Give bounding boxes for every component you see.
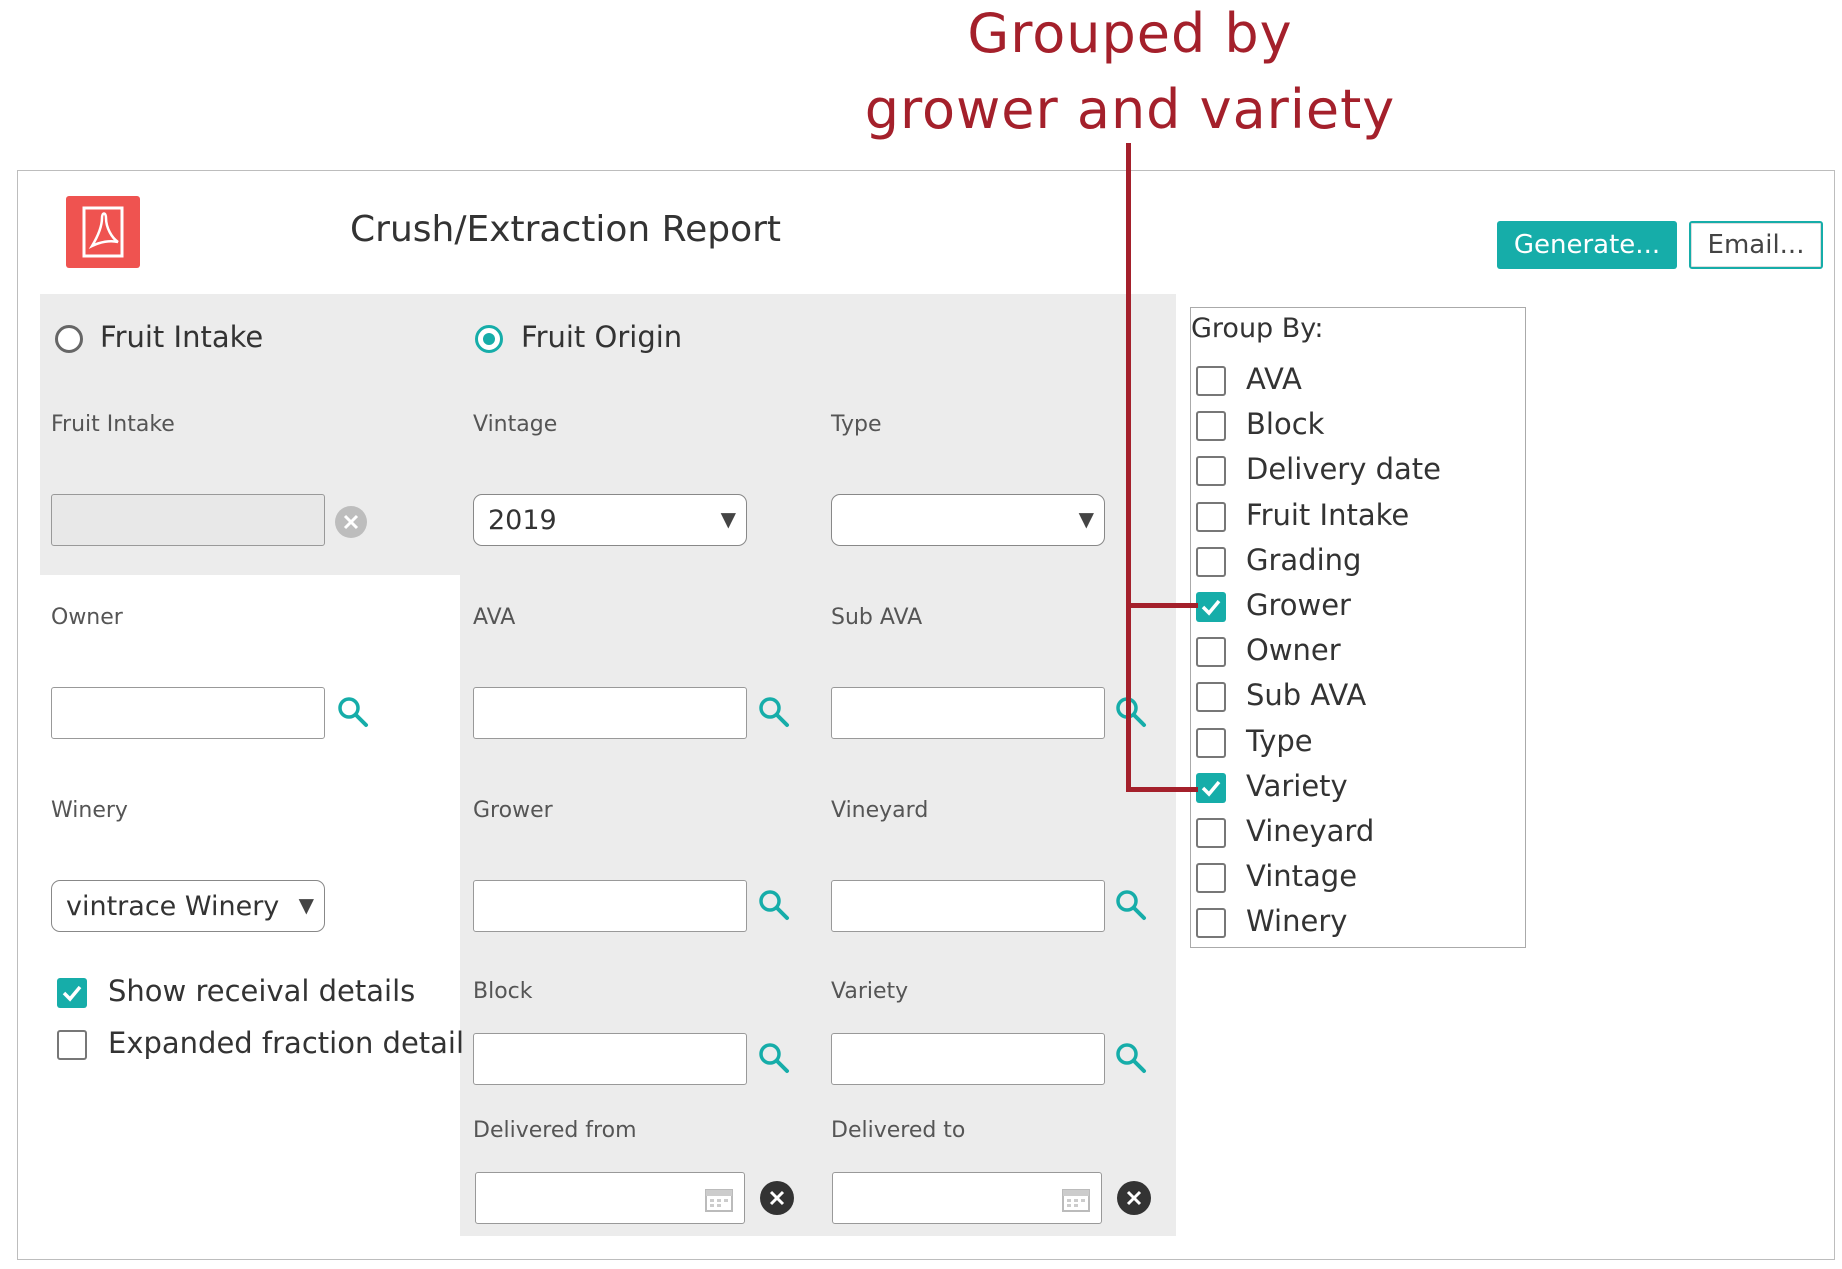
- search-icon[interactable]: [1114, 695, 1148, 733]
- group-by-checkbox-grower[interactable]: [1196, 592, 1226, 622]
- search-icon[interactable]: [757, 1041, 791, 1079]
- annotation-line-2: grower and variety: [864, 78, 1396, 141]
- group-by-checkbox-vintage[interactable]: [1196, 863, 1226, 893]
- block-input[interactable]: [473, 1033, 747, 1085]
- vintage-label: Vintage: [473, 412, 558, 437]
- group-by-checkbox-variety[interactable]: [1196, 773, 1226, 803]
- owner-input[interactable]: [51, 687, 325, 739]
- annotation-connector-vertical: [1126, 143, 1131, 792]
- group-by-label: Winery: [1246, 904, 1348, 938]
- fruit-intake-input[interactable]: [51, 494, 325, 546]
- fruit-origin-radio-label: Fruit Origin: [521, 320, 683, 354]
- calendar-icon[interactable]: [704, 1185, 734, 1217]
- fruit-intake-radio-label: Fruit Intake: [100, 320, 264, 354]
- group-by-label: Type: [1246, 724, 1313, 758]
- block-label: Block: [473, 979, 533, 1004]
- chevron-down-icon: ▼: [720, 507, 736, 531]
- delivered-to-input[interactable]: [832, 1172, 1102, 1224]
- owner-label: Owner: [51, 605, 123, 630]
- chevron-down-icon: ▼: [1078, 507, 1094, 531]
- group-by-checkbox-block[interactable]: [1196, 411, 1226, 441]
- show-receival-label: Show receival details: [108, 974, 416, 1008]
- pdf-icon: [66, 196, 140, 268]
- group-by-checkbox-vineyard[interactable]: [1196, 818, 1226, 848]
- search-icon[interactable]: [336, 695, 370, 733]
- search-icon[interactable]: [757, 695, 791, 733]
- vineyard-input[interactable]: [831, 880, 1105, 932]
- winery-select-value: vintrace Winery: [66, 890, 280, 922]
- group-by-checkbox-sub-ava[interactable]: [1196, 682, 1226, 712]
- clear-icon[interactable]: [334, 505, 368, 543]
- page-title: Crush/Extraction Report: [350, 209, 782, 250]
- group-by-title: Group By:: [1191, 313, 1324, 344]
- type-label: Type: [831, 412, 882, 437]
- expanded-fraction-checkbox[interactable]: [57, 1030, 87, 1060]
- delivered-from-input[interactable]: [475, 1172, 745, 1224]
- ava-label: AVA: [473, 605, 516, 630]
- vintage-select-value: 2019: [488, 504, 557, 536]
- checkmark-icon: [1201, 599, 1221, 616]
- winery-select[interactable]: vintrace Winery ▼: [51, 880, 325, 932]
- fruit-intake-label: Fruit Intake: [51, 412, 175, 437]
- fruit-intake-radio[interactable]: [55, 325, 83, 353]
- group-by-label: AVA: [1246, 362, 1302, 396]
- variety-input[interactable]: [831, 1033, 1105, 1085]
- group-by-checkbox-delivery-date[interactable]: [1196, 456, 1226, 486]
- grower-input[interactable]: [473, 880, 747, 932]
- group-by-checkbox-owner[interactable]: [1196, 637, 1226, 667]
- clear-icon[interactable]: [1116, 1180, 1152, 1220]
- group-by-checkbox-fruit-intake[interactable]: [1196, 502, 1226, 532]
- group-by-panel: [1190, 307, 1526, 948]
- checkmark-icon: [1201, 780, 1221, 797]
- group-by-label: Grower: [1246, 588, 1351, 622]
- group-by-label: Owner: [1246, 633, 1341, 667]
- generate-button[interactable]: Generate...: [1497, 221, 1677, 269]
- delivered-to-label: Delivered to: [831, 1118, 966, 1143]
- annotation: Grouped by grower and variety: [0, 0, 1842, 150]
- winery-label: Winery: [51, 798, 128, 823]
- type-select[interactable]: ▼: [831, 494, 1105, 546]
- variety-label: Variety: [831, 979, 909, 1004]
- fruit-origin-radio[interactable]: [475, 325, 503, 353]
- email-button[interactable]: Email...: [1689, 221, 1823, 269]
- group-by-label: Variety: [1246, 769, 1348, 803]
- search-icon[interactable]: [1114, 888, 1148, 926]
- annotation-line-1: Grouped by: [967, 2, 1293, 65]
- group-by-label: Fruit Intake: [1246, 498, 1410, 532]
- checkmark-icon: [62, 985, 82, 1002]
- show-receival-checkbox[interactable]: [57, 978, 87, 1008]
- group-by-checkbox-winery[interactable]: [1196, 908, 1226, 938]
- ava-input[interactable]: [473, 687, 747, 739]
- vintage-select[interactable]: 2019 ▼: [473, 494, 747, 546]
- annotation-connector-grower: [1126, 603, 1198, 608]
- vineyard-label: Vineyard: [831, 798, 929, 823]
- group-by-label: Vintage: [1246, 859, 1358, 893]
- group-by-checkbox-grading[interactable]: [1196, 547, 1226, 577]
- clear-icon[interactable]: [759, 1180, 795, 1220]
- sub-ava-input[interactable]: [831, 687, 1105, 739]
- fruit-origin-section: [460, 294, 1176, 1236]
- group-by-label: Sub AVA: [1246, 678, 1367, 712]
- group-by-label: Grading: [1246, 543, 1362, 577]
- search-icon[interactable]: [757, 888, 791, 926]
- annotation-connector-variety: [1126, 787, 1198, 792]
- group-by-label: Vineyard: [1246, 814, 1375, 848]
- sub-ava-label: Sub AVA: [831, 605, 923, 630]
- group-by-label: Block: [1246, 407, 1325, 441]
- calendar-icon[interactable]: [1061, 1185, 1091, 1217]
- chevron-down-icon: ▼: [298, 893, 314, 917]
- delivered-from-label: Delivered from: [473, 1118, 637, 1143]
- search-icon[interactable]: [1114, 1041, 1148, 1079]
- group-by-checkbox-type[interactable]: [1196, 728, 1226, 758]
- group-by-checkbox-ava[interactable]: [1196, 366, 1226, 396]
- expanded-fraction-label: Expanded fraction detail: [108, 1026, 465, 1060]
- group-by-label: Delivery date: [1246, 452, 1441, 486]
- grower-label: Grower: [473, 798, 553, 823]
